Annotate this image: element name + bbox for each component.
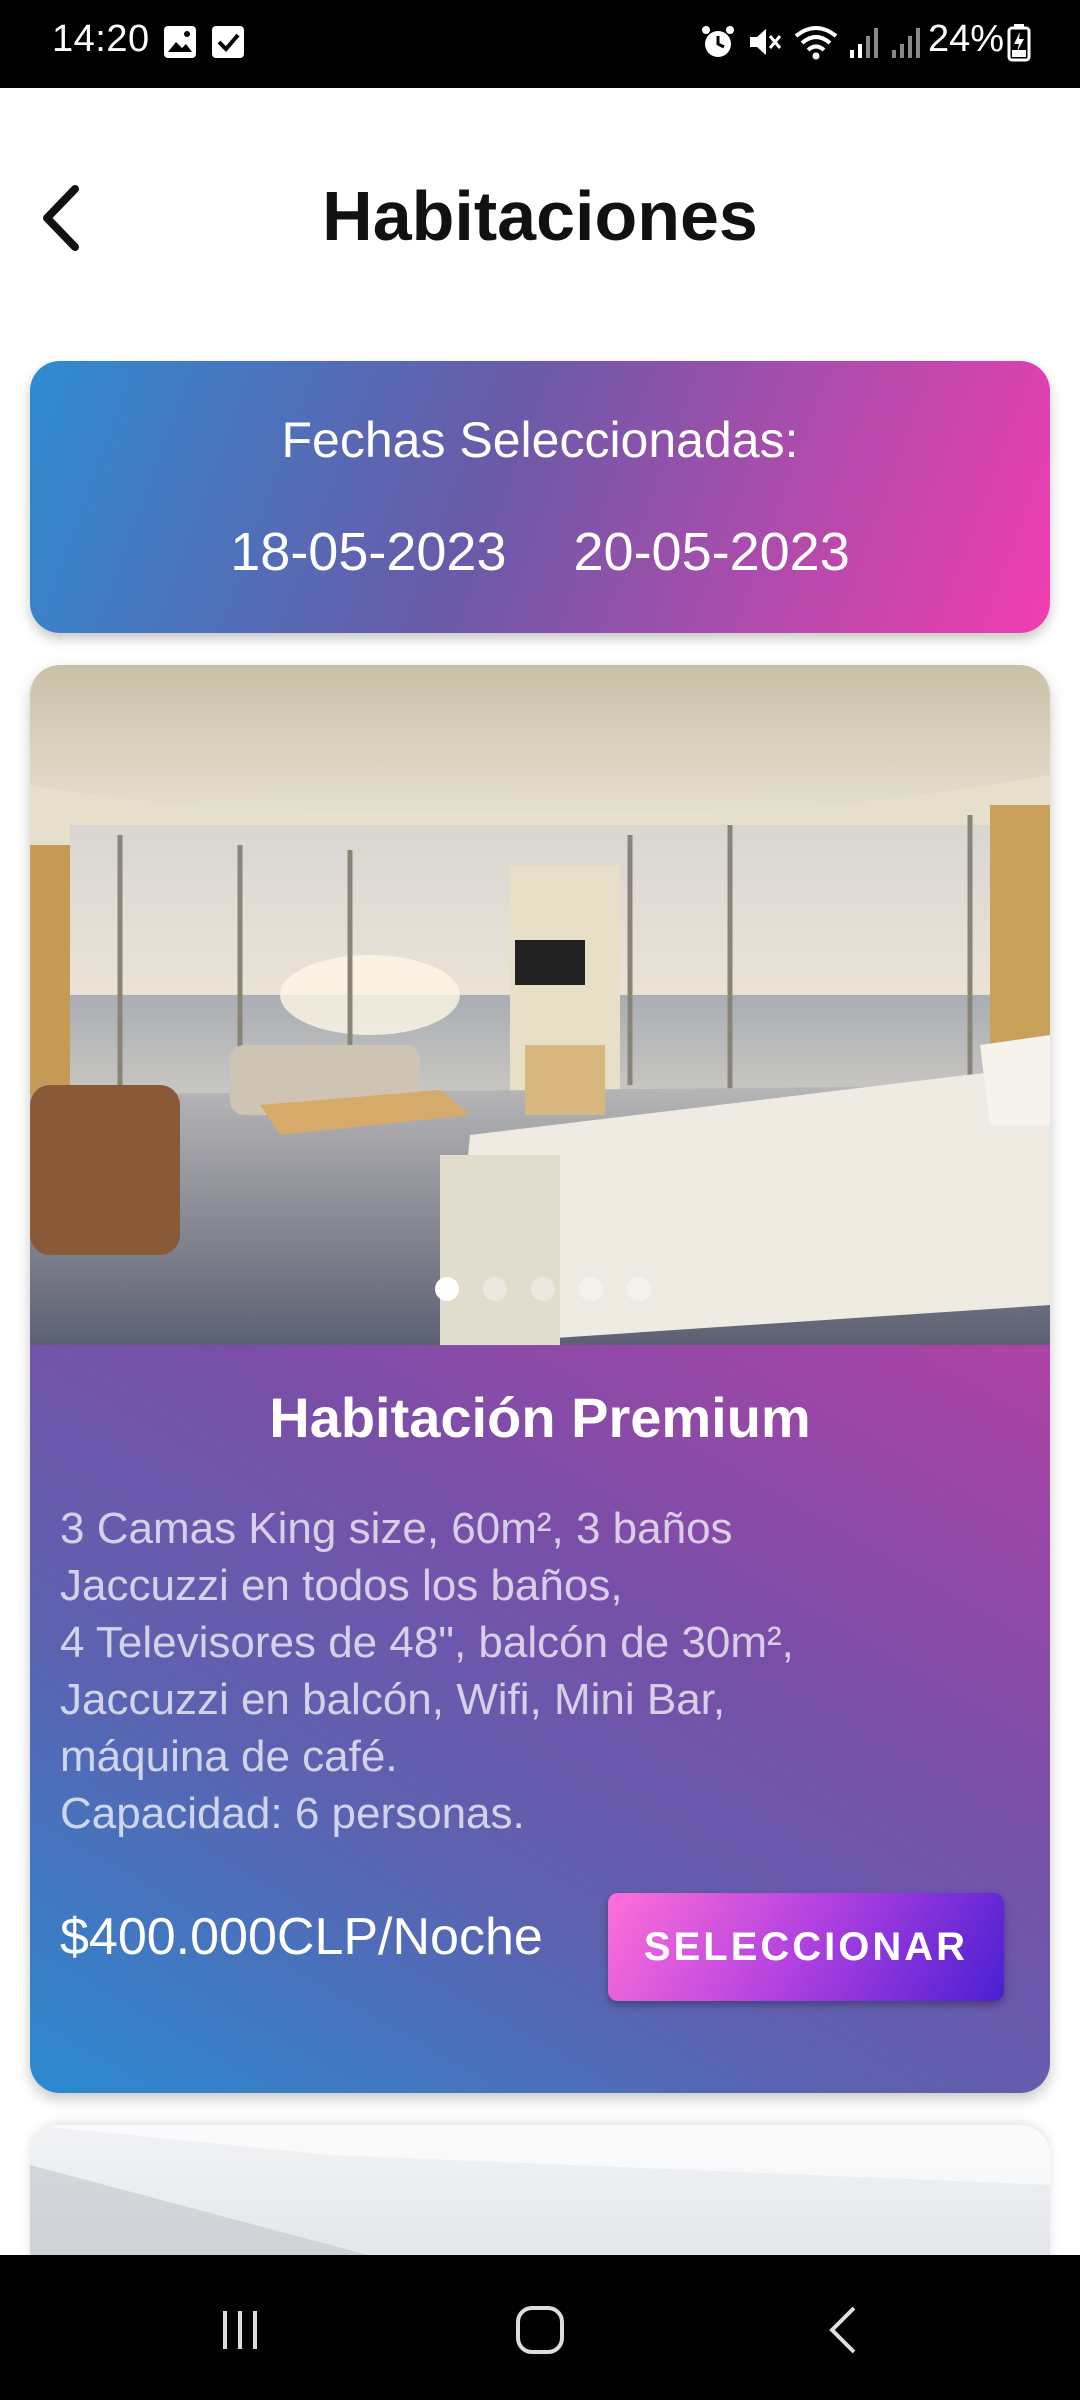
carousel-dot[interactable] bbox=[483, 1277, 507, 1301]
carousel-dot[interactable] bbox=[435, 1277, 459, 1301]
system-back-button[interactable] bbox=[805, 2295, 885, 2365]
room-description-line: Capacidad: 6 personas. bbox=[60, 1789, 525, 1838]
mute-icon bbox=[750, 29, 782, 55]
home-button[interactable] bbox=[500, 2295, 580, 2365]
signal-icon bbox=[850, 28, 878, 58]
carousel-dot[interactable] bbox=[531, 1277, 555, 1301]
select-room-button[interactable]: SELECCIONAR bbox=[608, 1893, 1004, 2001]
recent-apps-button[interactable] bbox=[200, 2295, 280, 2365]
app-bar: Habitaciones bbox=[0, 88, 1080, 348]
room-title: Habitación Premium bbox=[269, 1386, 811, 1449]
wifi-icon bbox=[794, 26, 838, 60]
signal-icon-2 bbox=[892, 28, 920, 58]
recent-apps-icon bbox=[223, 2311, 257, 2349]
checkbox-icon bbox=[212, 26, 244, 58]
battery-icon bbox=[1007, 24, 1031, 62]
alarm-icon bbox=[702, 26, 734, 57]
status-bar: 14:20 24% bbox=[0, 0, 1080, 88]
room-description-line: Jaccuzzi en balcón, Wifi, Mini Bar, bbox=[60, 1675, 726, 1724]
status-time: 14:20 bbox=[52, 18, 150, 60]
room-description-line: máquina de café. bbox=[60, 1732, 398, 1781]
navigation-bar bbox=[0, 2255, 1080, 2400]
carousel-dots bbox=[30, 1277, 1050, 1301]
carousel-dot[interactable] bbox=[627, 1277, 651, 1301]
dates-row: 18-05-2023 20-05-2023 bbox=[30, 521, 1050, 583]
room-photo[interactable] bbox=[30, 665, 1050, 1345]
room-description-line: 4 Televisores de 48", balcón de 30m², bbox=[60, 1618, 794, 1667]
carousel-dot[interactable] bbox=[579, 1277, 603, 1301]
image-icon bbox=[164, 26, 196, 58]
home-icon bbox=[516, 2306, 564, 2354]
start-date: 18-05-2023 bbox=[230, 522, 507, 582]
end-date: 20-05-2023 bbox=[573, 522, 850, 582]
back-icon bbox=[829, 2306, 856, 2354]
dates-label: Fechas Seleccionadas: bbox=[281, 412, 799, 468]
room-card: Habitación Premium 3 Camas King size, 60… bbox=[30, 665, 1050, 2093]
room-price: $400.000CLP/Noche bbox=[60, 1908, 543, 1966]
page-title: Habitaciones bbox=[322, 177, 758, 255]
room-description-line: 3 Camas King size, 60m², 3 baños bbox=[60, 1504, 733, 1553]
room-description: 3 Camas King size, 60m², 3 baños Jaccuzz… bbox=[60, 1500, 1020, 1842]
room-description-line: Jaccuzzi en todos los baños, bbox=[60, 1561, 623, 1610]
room-details: Habitación Premium 3 Camas King size, 60… bbox=[30, 1345, 1050, 2093]
selected-dates-card: Fechas Seleccionadas: 18-05-2023 20-05-2… bbox=[30, 361, 1050, 633]
battery-percent: 24% bbox=[928, 18, 1005, 60]
